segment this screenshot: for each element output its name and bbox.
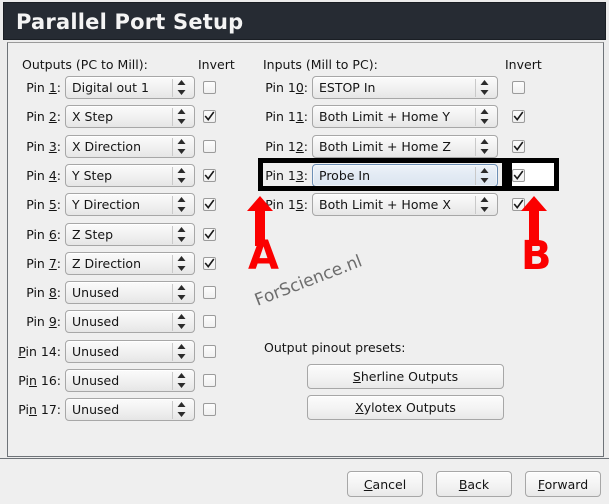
invert-checkbox-output-11[interactable]: [203, 403, 216, 416]
pin-select-output-10[interactable]: Unused: [65, 369, 195, 392]
invert-checkbox-input-0[interactable]: [512, 81, 525, 94]
invert-checkbox-input-2[interactable]: [512, 140, 525, 153]
combo-divider: [475, 79, 476, 97]
inputs-invert-heading: Invert: [505, 57, 542, 72]
pin-label: Pin 7:: [26, 256, 61, 271]
combo-divider: [475, 196, 476, 214]
invert-checkbox-output-8[interactable]: [203, 315, 216, 328]
cancel-button[interactable]: Cancel: [347, 471, 423, 497]
pin-select-output-8[interactable]: Unused: [65, 310, 195, 333]
pin-label: Pin 14:: [18, 344, 61, 359]
forward-button-label: Forward: [537, 477, 589, 492]
combo-divider: [172, 284, 173, 302]
pin-select-output-6[interactable]: Z Direction: [65, 252, 195, 275]
up-down-arrows-icon[interactable]: [176, 312, 190, 332]
pin-select-input-1[interactable]: Both Limit + Home Y: [312, 105, 498, 128]
combo-divider: [475, 138, 476, 156]
invert-checkbox-output-9[interactable]: [203, 345, 216, 358]
marker-label-b: B: [521, 233, 552, 279]
invert-checkbox-output-5[interactable]: [203, 228, 216, 241]
up-down-arrows-icon[interactable]: [479, 107, 493, 127]
presets-label: Output pinout presets:: [264, 340, 406, 355]
outputs-heading: Outputs (PC to Mill):: [22, 57, 148, 72]
input-pin-row: Pin 15: Both Limit + Home X: [0, 193, 600, 217]
up-down-arrows-icon[interactable]: [176, 342, 190, 362]
input-pin-row: Pin 12: Both Limit + Home Z: [0, 135, 600, 159]
up-down-arrows-icon[interactable]: [176, 283, 190, 303]
cancel-button-label: Cancel: [363, 477, 407, 492]
pin-select-value: Unused: [72, 314, 120, 329]
output-pin-row: Pin 6: Z Step: [0, 223, 250, 247]
output-pin-row: Pin 14: Unused: [0, 340, 250, 364]
pin-select-value: Both Limit + Home X: [319, 197, 451, 212]
up-down-arrows-icon[interactable]: [479, 195, 493, 215]
combo-divider: [172, 401, 173, 419]
invert-checkbox-output-10[interactable]: [203, 374, 216, 387]
combo-divider: [172, 313, 173, 331]
pin-label: Pin 11:: [265, 109, 308, 124]
combo-divider: [172, 372, 173, 390]
outputs-invert-heading: Invert: [198, 57, 235, 72]
pin-label: Pin 17:: [18, 402, 61, 417]
preset-button-sherline[interactable]: Sherline Outputs: [307, 364, 504, 389]
up-down-arrows-icon[interactable]: [479, 78, 493, 98]
invert-checkbox-input-3-overlay[interactable]: [512, 169, 525, 182]
footer-button-bar: [0, 459, 609, 504]
pin-label: Pin 9:: [26, 314, 61, 329]
combo-divider: [172, 255, 173, 273]
invert-checkbox-output-6[interactable]: [203, 257, 216, 270]
invert-checkbox-output-7[interactable]: [203, 286, 216, 299]
pin-select-value: Z Step: [72, 227, 113, 242]
pin-select-output-9[interactable]: Unused: [65, 340, 195, 363]
pin-select-value: Unused: [72, 285, 120, 300]
pin-select-output-5[interactable]: Z Step: [65, 223, 195, 246]
up-down-arrows-icon[interactable]: [479, 137, 493, 157]
preset-button-label: Xylotex Outputs: [355, 400, 456, 415]
input-pin-row: Pin 11: Both Limit + Home Y: [0, 105, 600, 129]
pin-label: Pin 10:: [265, 80, 308, 95]
pin-select-output-11[interactable]: Unused: [65, 398, 195, 421]
pin-select-value: Unused: [72, 402, 120, 417]
pin-select-input-2[interactable]: Both Limit + Home Z: [312, 135, 498, 158]
back-button-label: Back: [458, 477, 490, 492]
inputs-heading: Inputs (Mill to PC):: [263, 57, 378, 72]
pin-select-output-7[interactable]: Unused: [65, 281, 195, 304]
combo-divider: [172, 343, 173, 361]
pin-label: Pin 12:: [265, 139, 308, 154]
output-pin-row: Pin 16: Unused: [0, 369, 250, 393]
pin-select-value: Z Direction: [72, 256, 142, 271]
output-pin-row: Pin 7: Z Direction: [0, 252, 250, 276]
output-pin-row: Pin 8: Unused: [0, 281, 250, 305]
back-button[interactable]: Back: [436, 471, 512, 497]
up-down-arrows-icon[interactable]: [176, 225, 190, 245]
pin-select-value: Unused: [72, 344, 120, 359]
up-down-arrows-icon[interactable]: [176, 400, 190, 420]
parallel-port-setup-window: Parallel Port Setup Outputs (PC to Mill)…: [0, 0, 609, 504]
forward-button[interactable]: Forward: [525, 471, 601, 497]
pin-select-value: Both Limit + Home Z: [319, 139, 451, 154]
up-down-arrows-icon[interactable]: [176, 254, 190, 274]
preset-button-label: Sherline Outputs: [352, 369, 459, 384]
input-pin-row: Pin 10: ESTOP In: [0, 76, 600, 100]
pin-select-value: Unused: [72, 373, 120, 388]
output-pin-row: Pin 17: Unused: [0, 398, 250, 422]
pin-select-input-0[interactable]: ESTOP In: [312, 76, 498, 99]
pin-label: Pin 8:: [26, 285, 61, 300]
pin-label: Pin 16:: [18, 373, 61, 388]
marker-label-a: A: [248, 233, 279, 279]
pin-label: Pin 6:: [26, 227, 61, 242]
pin-select-input-4[interactable]: Both Limit + Home X: [312, 193, 498, 216]
output-pin-row: Pin 9: Unused: [0, 310, 250, 334]
page-title: Parallel Port Setup: [16, 10, 244, 34]
window-titlebar: Parallel Port Setup: [3, 2, 606, 40]
pin-select-value: ESTOP In: [319, 80, 376, 95]
combo-divider: [172, 226, 173, 244]
invert-checkbox-input-1[interactable]: [512, 110, 525, 123]
combo-divider: [475, 108, 476, 126]
pin-select-value: Both Limit + Home Y: [319, 109, 450, 124]
up-down-arrows-icon[interactable]: [176, 371, 190, 391]
highlight-box-pin13-dropdown: [258, 158, 507, 191]
preset-button-xylotex[interactable]: Xylotex Outputs: [307, 395, 504, 420]
